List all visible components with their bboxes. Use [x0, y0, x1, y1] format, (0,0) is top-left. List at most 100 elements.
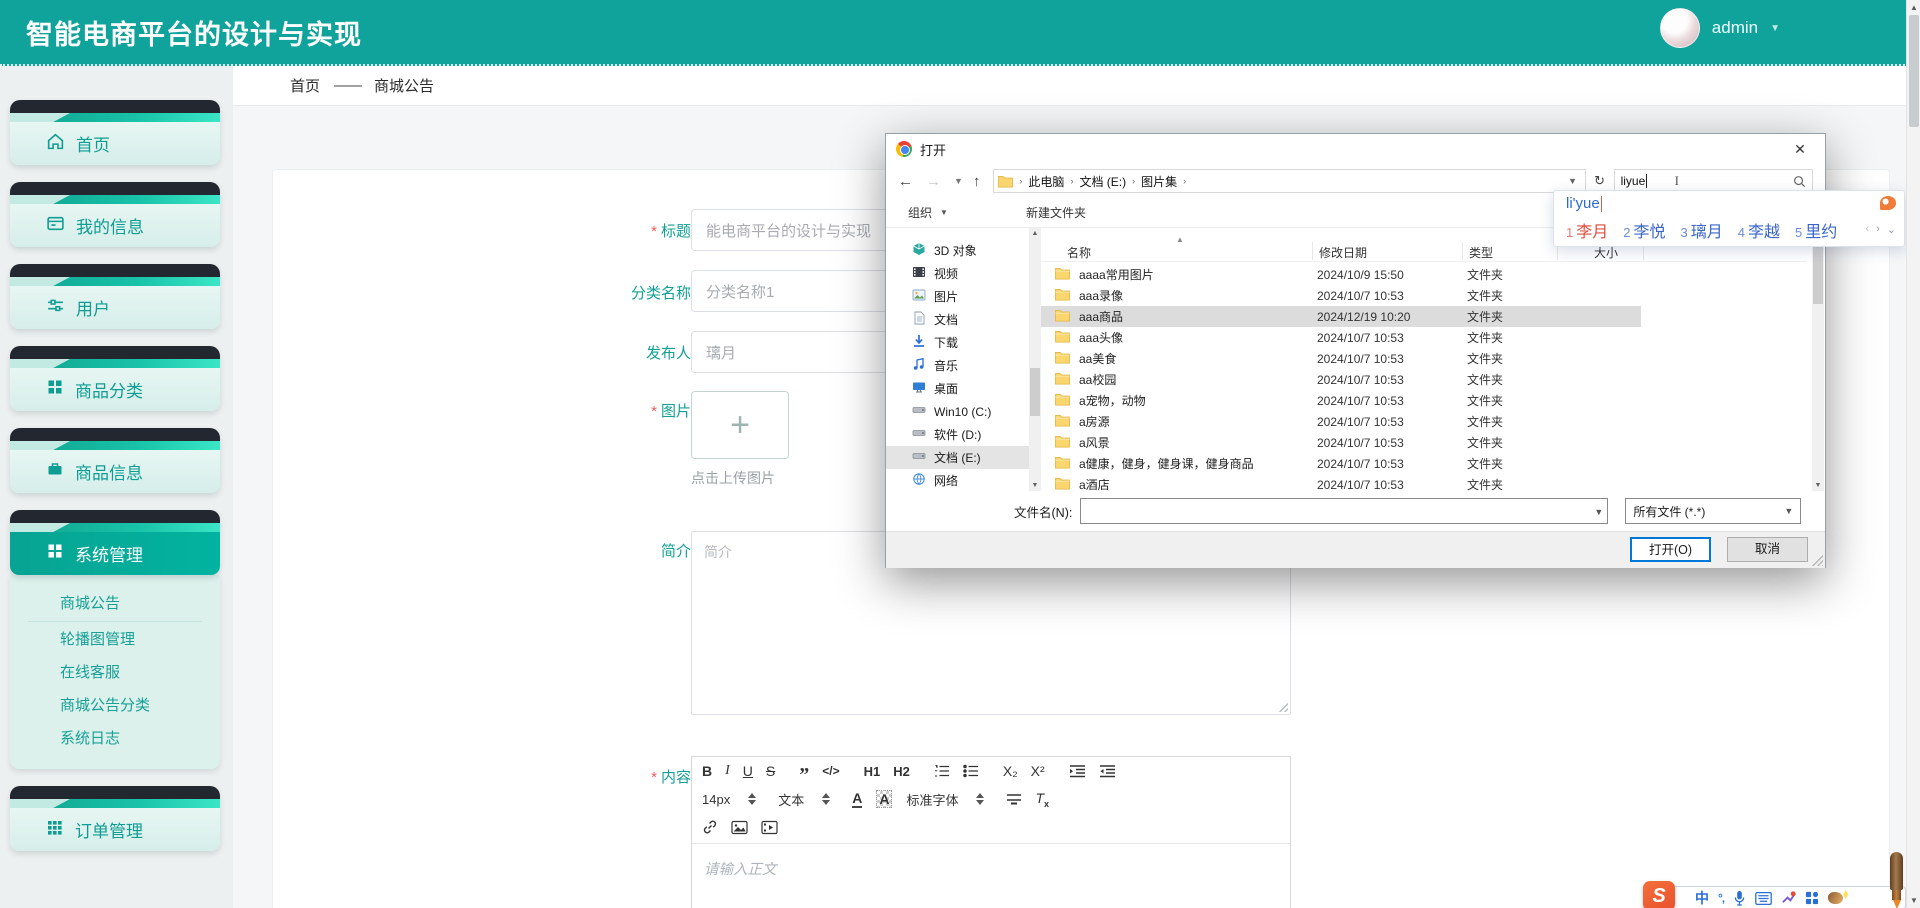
submenu-item-商城公告分类[interactable]: 商城公告分类: [10, 689, 220, 722]
address-dropdown-icon[interactable]: ▼: [1565, 176, 1581, 186]
scroll-down-icon[interactable]: ▼: [1907, 893, 1920, 908]
clear-format-button[interactable]: Tx: [1035, 790, 1049, 809]
text-color-button[interactable]: A: [852, 790, 863, 808]
heading-1-button[interactable]: H1: [864, 764, 881, 779]
unordered-list-button[interactable]: [963, 764, 979, 778]
next-page-icon[interactable]: ›: [1876, 223, 1880, 236]
nav-place-软件 (D:)[interactable]: 软件 (D:): [886, 423, 1029, 446]
subscript-button[interactable]: X₂: [1003, 763, 1018, 779]
insert-video-button[interactable]: [761, 820, 778, 835]
nav-place-文档 (E:)[interactable]: 文档 (E:): [886, 446, 1029, 469]
scrollbar-thumb[interactable]: [1909, 15, 1919, 127]
nav-place-下载[interactable]: 下载: [886, 331, 1029, 354]
submenu-item-轮播图管理[interactable]: 轮播图管理: [10, 623, 220, 656]
submenu-item-在线客服[interactable]: 在线客服: [10, 656, 220, 689]
open-button[interactable]: 打开(O): [1630, 537, 1711, 562]
scroll-down-icon[interactable]: ▼: [1812, 482, 1824, 489]
ime-candidate-李悦[interactable]: 2 李悦: [1623, 218, 1665, 242]
font-size-select[interactable]: 14px: [702, 792, 757, 807]
italic-button[interactable]: I: [725, 763, 730, 779]
file-row-a风景[interactable]: a风景 2024/10/7 10:53 文件夹: [1041, 432, 1807, 453]
cancel-button[interactable]: 取消: [1727, 537, 1808, 562]
submenu-item-系统日志[interactable]: 系统日志: [10, 722, 220, 755]
nav-place-视频[interactable]: 视频: [886, 262, 1029, 285]
file-row-a酒店[interactable]: a酒店 2024/10/7 10:53 文件夹: [1041, 474, 1807, 491]
ime-candidate-璃月[interactable]: 3 璃月: [1681, 218, 1723, 242]
sidebar-item-body[interactable]: 商品信息: [10, 450, 220, 493]
address-segment-文档 (E:)[interactable]: 文档 (E:): [1079, 173, 1126, 190]
ime-candidate-李月[interactable]: 1 李月: [1566, 218, 1608, 242]
sidebar-item-商品分类[interactable]: 商品分类: [10, 346, 220, 411]
line-height-button[interactable]: [1006, 792, 1022, 806]
file-row-a宠物，动物[interactable]: a宠物，动物 2024/10/7 10:53 文件夹: [1041, 390, 1807, 411]
sidebar-item-body[interactable]: 系统管理: [10, 532, 220, 575]
user-menu[interactable]: admin ▼: [1659, 8, 1780, 48]
sogou-flame-icon[interactable]: [1880, 196, 1896, 210]
more-icon[interactable]: ⌄: [1887, 223, 1896, 236]
close-icon[interactable]: ✕: [1785, 141, 1815, 158]
insert-image-button[interactable]: [731, 820, 748, 835]
list-scrollbar[interactable]: ▲ ▼: [1812, 228, 1824, 491]
bold-button[interactable]: B: [702, 763, 712, 779]
microphone-icon[interactable]: [1733, 890, 1746, 906]
nav-scrollbar[interactable]: ▲ ▼: [1029, 228, 1041, 491]
highlight-color-button[interactable]: A: [876, 790, 893, 808]
up-button[interactable]: ↑: [973, 173, 981, 190]
punctuation-button[interactable]: °‚: [1718, 891, 1725, 905]
submenu-item-商城公告[interactable]: 商城公告: [10, 587, 220, 620]
apps-grid-icon[interactable]: [1805, 891, 1819, 905]
breadcrumb-home[interactable]: 首页: [290, 75, 320, 96]
organize-menu[interactable]: 组织: [908, 204, 932, 221]
blockquote-button[interactable]: ”: [799, 765, 809, 785]
ime-candidate-里约[interactable]: 5 里约: [1795, 218, 1837, 242]
back-button[interactable]: ←: [898, 173, 913, 190]
page-scrollbar[interactable]: ▲ ▼: [1906, 0, 1920, 908]
font-family-select[interactable]: 标准字体: [906, 790, 985, 809]
prev-page-icon[interactable]: ‹: [1865, 223, 1869, 236]
sidebar-item-body[interactable]: 用户: [10, 286, 220, 329]
address-bar[interactable]: › 此电脑 › 文档 (E:) › 图片集 › ▼: [993, 169, 1586, 193]
column-header-名称[interactable]: 名称: [1067, 244, 1091, 261]
nav-place-音乐[interactable]: 音乐: [886, 354, 1029, 377]
sidebar-item-body[interactable]: 商品分类: [10, 368, 220, 411]
file-row-a健康，健身，健身课，健身商品[interactable]: a健康，健身，健身课，健身商品 2024/10/7 10:53 文件夹: [1041, 453, 1807, 474]
underline-button[interactable]: U: [743, 763, 753, 779]
resize-grip[interactable]: [1811, 554, 1823, 566]
file-row-a房源[interactable]: a房源 2024/10/7 10:53 文件夹: [1041, 411, 1807, 432]
scrollbar-thumb[interactable]: [1813, 244, 1823, 304]
scroll-up-icon[interactable]: ▲: [1029, 230, 1041, 237]
editor-body[interactable]: 请输入正文: [692, 844, 1290, 893]
sidebar-item-body[interactable]: 首页: [10, 122, 220, 165]
scrollbar-thumb[interactable]: [1030, 368, 1040, 416]
superscript-button[interactable]: X²: [1031, 763, 1045, 779]
refresh-button[interactable]: ↻: [1589, 170, 1611, 192]
avatar[interactable]: [1659, 8, 1700, 48]
resize-handle[interactable]: [1277, 701, 1288, 712]
heading-2-button[interactable]: H2: [893, 764, 910, 779]
sidebar-item-body[interactable]: 订单管理: [10, 808, 220, 851]
insert-link-button[interactable]: [702, 819, 718, 835]
forward-button[interactable]: →: [926, 173, 941, 190]
scroll-down-icon[interactable]: ▼: [1029, 482, 1041, 489]
nav-place-3D 对象[interactable]: 3D 对象: [886, 239, 1029, 262]
ime-candidate-李越[interactable]: 4 李越: [1738, 218, 1780, 242]
strikethrough-button[interactable]: S: [766, 763, 775, 779]
nav-place-Win10 (C:)[interactable]: Win10 (C:): [886, 400, 1029, 423]
code-button[interactable]: </>: [822, 764, 839, 778]
keyboard-icon[interactable]: [1755, 891, 1772, 905]
scroll-up-icon[interactable]: ▲: [1907, 0, 1920, 15]
chinese-mode-button[interactable]: 中: [1695, 888, 1709, 908]
file-type-filter[interactable]: 所有文件 (*.*) ▼: [1625, 498, 1802, 524]
file-row-aaaa常用图片[interactable]: aaaa常用图片 2024/10/9 15:50 文件夹: [1041, 264, 1807, 285]
sidebar-item-订单管理[interactable]: 订单管理: [10, 786, 220, 851]
sogou-logo[interactable]: S: [1643, 881, 1675, 908]
format-select[interactable]: 文本: [778, 790, 831, 809]
file-row-aaa头像[interactable]: aaa头像 2024/10/7 10:53 文件夹: [1041, 327, 1807, 348]
sidebar-item-系统管理[interactable]: 系统管理: [10, 510, 220, 575]
address-segment-图片集[interactable]: 图片集: [1141, 173, 1177, 190]
history-dropdown-icon[interactable]: ▼: [954, 176, 963, 186]
file-row-aaa商品[interactable]: aaa商品 2024/12/19 10:20 文件夹: [1041, 306, 1641, 327]
file-row-aa美食[interactable]: aa美食 2024/10/7 10:53 文件夹: [1041, 348, 1807, 369]
rich-text-editor[interactable]: B I U S ” </> H1 H2 X₂ X² 14px 文本 A A 标准字体 Tx 请输入…: [691, 756, 1291, 908]
column-header-类型[interactable]: 类型: [1469, 244, 1493, 261]
